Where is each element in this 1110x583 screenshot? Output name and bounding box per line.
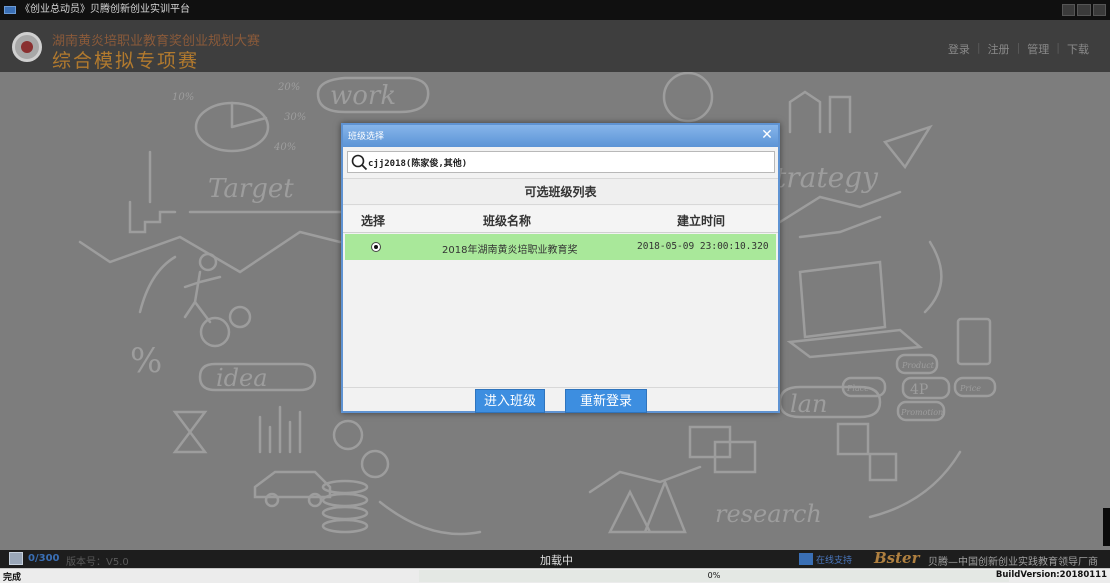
- progress-bar: 0%: [419, 570, 1009, 582]
- bg-word-work: work: [330, 81, 396, 111]
- globe-icon: [662, 72, 714, 123]
- class-select-dialog: 班级选择 ✕ 可选班级列表 选择 班级名称 建立时间 2018年湖南黄炎培职业教…: [341, 123, 780, 413]
- dialog-body: 可选班级列表 选择 班级名称 建立时间 2018年湖南黄炎培职业教育奖 2018…: [343, 147, 778, 387]
- row-created-time: 2018-05-09 23:00:10.320: [637, 241, 769, 252]
- list-title: 可选班级列表: [343, 178, 778, 205]
- cube-icon: [836, 422, 870, 456]
- row-radio-button[interactable]: [371, 242, 381, 252]
- dialog-footer: 进入班级 重新登录: [343, 387, 778, 413]
- handshake-icon: [778, 190, 902, 239]
- column-header-class-name: 班级名称: [483, 214, 532, 228]
- window-controls: [1062, 4, 1106, 16]
- building-icon: [788, 90, 852, 134]
- header-nav: 登录 | 注册 | 管理 | 下载: [941, 41, 1096, 57]
- column-header-created-time: 建立时间: [677, 214, 726, 228]
- nav-login[interactable]: 登录: [941, 41, 977, 57]
- maximize-button[interactable]: [1077, 4, 1091, 16]
- bg-word-idea: idea: [216, 364, 268, 392]
- brand-slogan: 贝腾—中国创新创业实践教育领导厂商: [928, 557, 1098, 568]
- cube-icon: [868, 452, 898, 482]
- table-row[interactable]: 2018年湖南黄炎培职业教育奖 2018-05-09 23:00:10.320: [345, 234, 776, 260]
- gear-icon: [228, 305, 252, 329]
- laptop-icon: [786, 260, 924, 359]
- bg-pct-20: 20%: [277, 82, 300, 93]
- online-support-icon[interactable]: [799, 553, 813, 565]
- bg-pct-40: 40%: [273, 142, 296, 153]
- nav-register[interactable]: 注册: [981, 41, 1017, 57]
- brand-logo: Bster: [874, 549, 920, 567]
- search-box[interactable]: [347, 151, 775, 173]
- column-header-select: 选择: [361, 214, 386, 228]
- header-title: 综合模拟专项赛: [52, 50, 200, 72]
- search-icon: [351, 154, 368, 171]
- logo-icon: [12, 32, 42, 62]
- online-count: 0/300: [28, 553, 60, 564]
- version-label: 版本号：V5.0: [66, 557, 129, 568]
- calculator-icon: [956, 317, 992, 366]
- relogin-button[interactable]: 重新登录: [565, 389, 647, 413]
- bg-pct-30: 30%: [284, 112, 306, 123]
- online-users-icon: [9, 552, 23, 565]
- bg-word-strategy: trategy: [775, 161, 879, 194]
- load-done-text: 完成: [3, 573, 22, 583]
- row-class-name: 2018年湖南黄炎培职业教育奖: [442, 245, 578, 256]
- bg-word-target: Target: [208, 174, 294, 204]
- window-title: 《创业总动员》贝腾创新创业实训平台: [20, 4, 190, 15]
- window-title-bar: 《创业总动员》贝腾创新创业实训平台: [0, 0, 1110, 20]
- bg-word-4p: 4P: [910, 382, 928, 398]
- table-header: 选择 班级名称 建立时间: [343, 206, 778, 233]
- bg-percent-sign: %: [130, 341, 162, 381]
- search-input[interactable]: [368, 152, 768, 172]
- bar-chart-icon: [258, 405, 302, 454]
- online-support-link[interactable]: 在线支持: [816, 553, 852, 566]
- bg-word-product: Product: [901, 361, 935, 370]
- gear-icon: [199, 316, 231, 348]
- bg-word-place: Place: [846, 384, 869, 393]
- bg-word-plan: lan: [790, 390, 827, 418]
- window-close-button[interactable]: [1092, 4, 1106, 16]
- minimize-button[interactable]: [1062, 4, 1076, 16]
- browser-status-bar: 完成 0% BuildVersion:20180111: [0, 568, 1110, 583]
- build-version: BuildVersion:20180111: [995, 570, 1107, 580]
- dialog-header: 班级选择 ✕: [343, 125, 778, 147]
- pyramid-icon: [607, 478, 687, 534]
- bg-pct-10: 10%: [172, 92, 194, 103]
- loading-status: 加载中: [540, 554, 573, 567]
- app-icon: [4, 6, 16, 14]
- enter-class-button[interactable]: 进入班级: [475, 389, 545, 413]
- runner-head: [198, 252, 218, 272]
- bg-word-promotion: Promotion: [900, 408, 943, 417]
- close-button[interactable]: ✕: [759, 127, 775, 143]
- bg-word-research: research: [715, 500, 822, 528]
- coin-icon: [332, 419, 364, 451]
- progress-percent: 0%: [707, 571, 721, 580]
- hourglass-icon: [172, 410, 208, 454]
- scrollbar-thumb[interactable]: [1103, 508, 1110, 546]
- dialog-title: 班级选择: [348, 132, 385, 142]
- app-header: 湖南黄炎培职业教育奖创业规划大赛 综合模拟专项赛 登录 | 注册 | 管理 | …: [0, 20, 1110, 72]
- nav-manage[interactable]: 管理: [1020, 41, 1056, 57]
- coin-icon: [360, 449, 390, 479]
- app-status-bar: 0/300 版本号：V5.0 加载中 在线支持 Bster 贝腾—中国创新创业实…: [0, 549, 1110, 568]
- paper-plane-icon: [882, 124, 933, 170]
- bg-word-price: Price: [959, 384, 981, 393]
- car-icon: [253, 470, 332, 499]
- nav-download[interactable]: 下载: [1060, 41, 1096, 57]
